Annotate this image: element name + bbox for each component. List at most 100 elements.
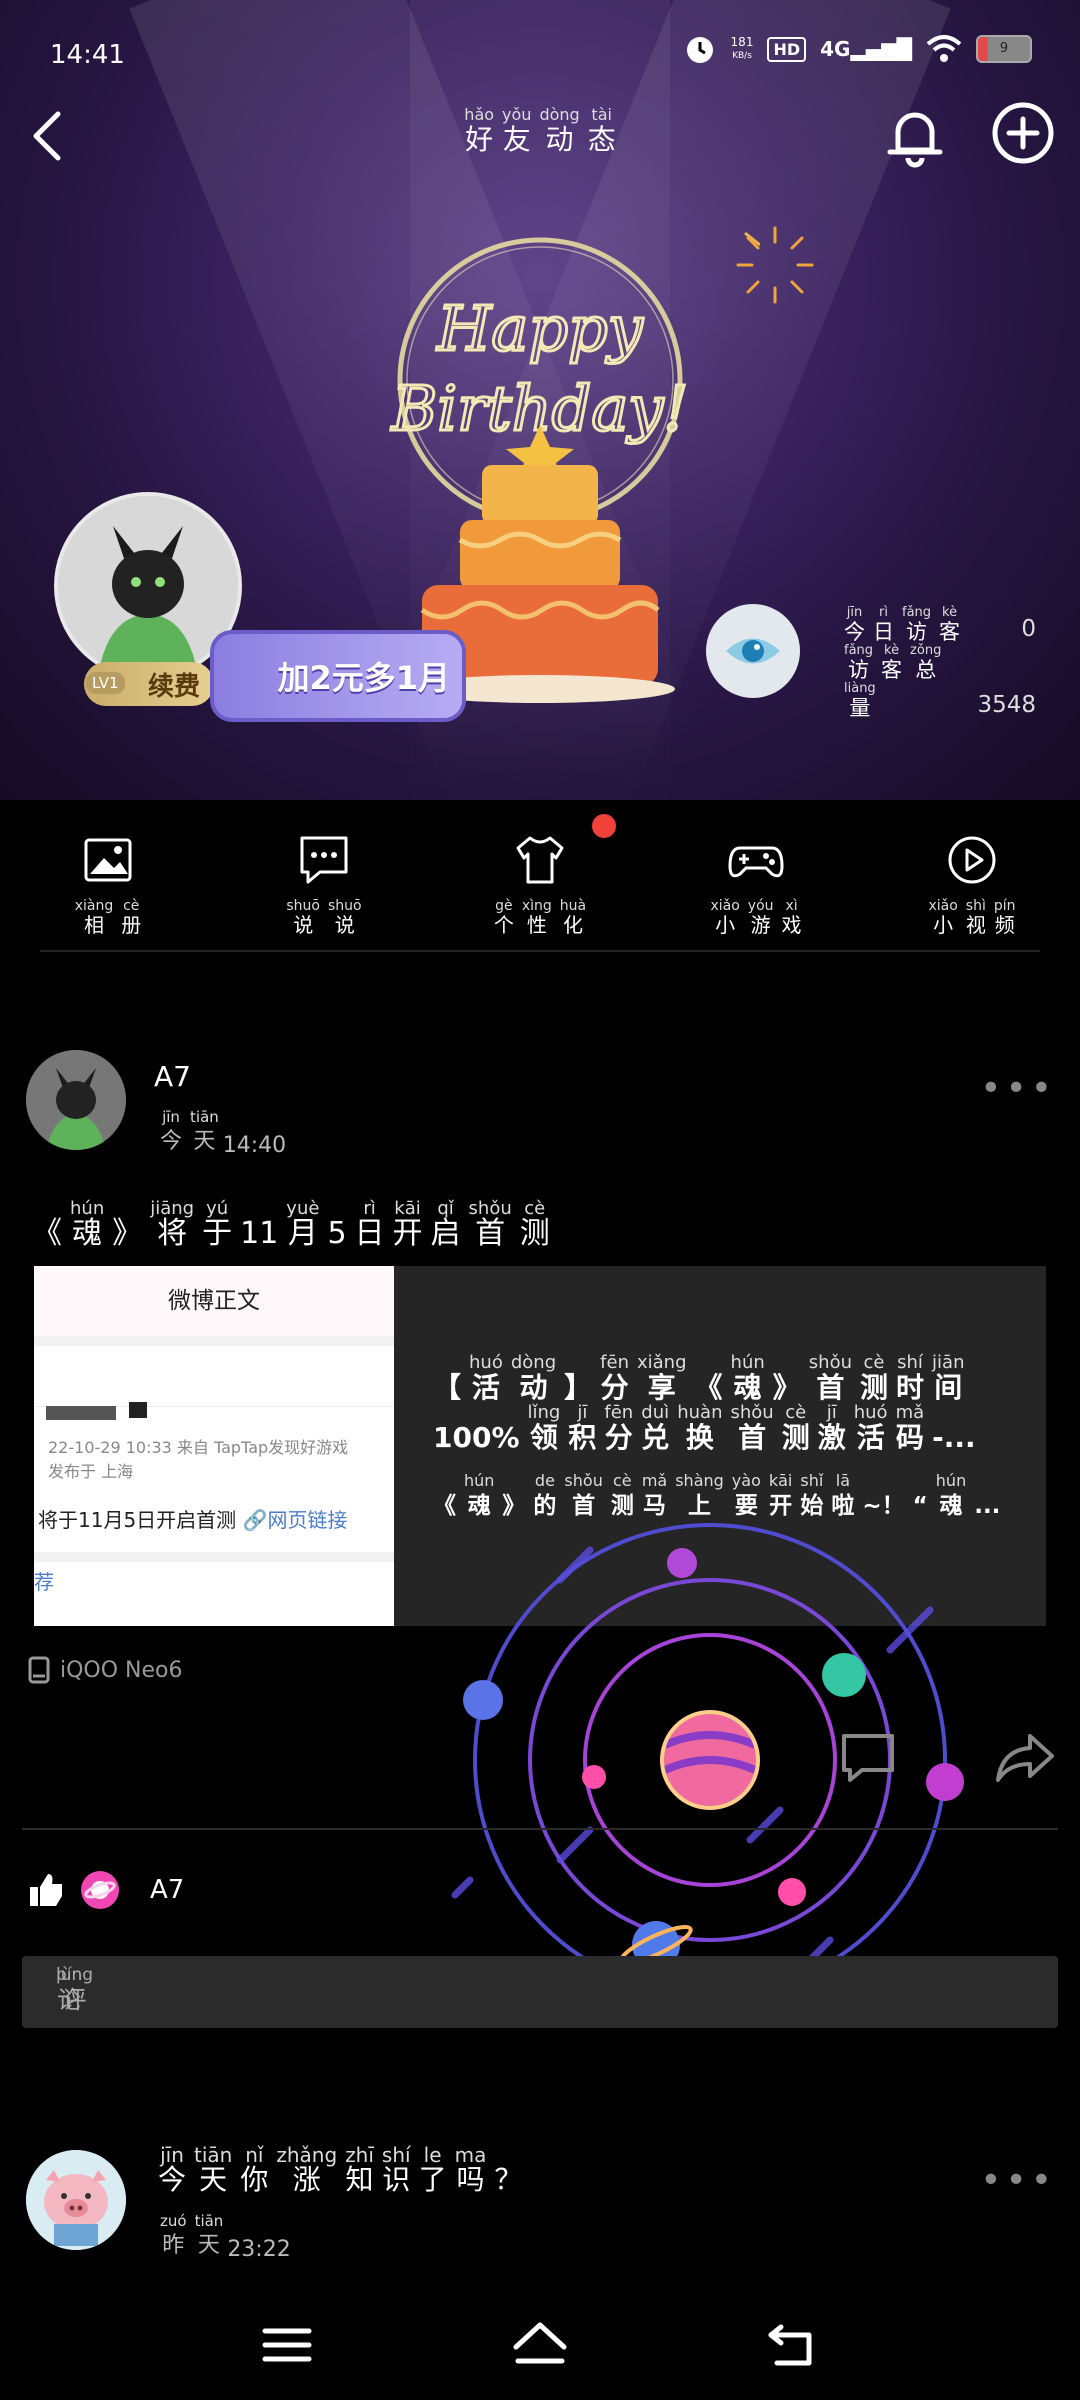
pinyin [505,2146,511,2164]
pinyin: fēn [600,1352,629,1373]
ruby-char: zǒng 总 [910,644,941,683]
pinyin: shuō [328,898,362,914]
pinyin: xiàng [74,898,114,914]
pinyin: fēn [604,1402,634,1423]
phone-icon [28,1656,50,1684]
album-icon [84,838,132,882]
net-speed: 181 KB/s [730,35,754,61]
comment-input[interactable]: píng 评 lùn 论 [22,1956,1058,2028]
pinyin: le [423,2143,442,2167]
wifi-icon [926,35,962,62]
pinyin: xiǎo [710,898,740,914]
pinyin [985,1472,990,1490]
hanzi: 频 [994,913,1015,937]
pinyin [511,1472,516,1490]
ruby-char: ？ [494,2146,522,2196]
hanzi: 激 [817,1421,846,1454]
hanzi: 动 [519,1371,548,1404]
planet-badge-icon [81,1871,119,1909]
ruby-char: shǒu 首 [730,1404,773,1454]
hanzi: 100% [433,1421,520,1454]
pinyin: jīn [160,2143,184,2167]
back-nav-icon[interactable] [763,2317,823,2373]
menu-item-album[interactable]: xiàng 相 cè 册 [28,800,188,950]
thumbnail-header: 微博正文 [34,1266,394,1336]
likes-row: A7 [28,1870,184,1910]
pinyin: rì [879,605,888,620]
ruby-char: qǐ 启 [431,1200,461,1250]
hanzi: 识 [382,2163,411,2196]
hanzi: -... [932,1421,976,1454]
thumbs-up-icon[interactable] [28,1872,64,1908]
hanzi: 时 [896,1371,925,1404]
pinyin: kè [942,605,958,620]
ruby-char: cè 测 [860,1354,888,1404]
hanzi: 开 [392,1216,423,1251]
post-username[interactable]: A7 [154,1060,191,1093]
ruby-char: shuō 说 [286,898,320,936]
ruby-char: tiān 天 [194,2145,232,2196]
link-card-thumbnail: 微博正文 22-10-29 10:33 来自 TapTap发现好游戏 发布于 上… [34,1266,394,1626]
hanzi: 魂 [72,1216,103,1251]
promo-banner-button[interactable]: 加2元多1月 [210,630,466,722]
hanzi: 活 [856,1421,885,1454]
pinyin: jiān [932,1352,965,1373]
hanzi: 涨 [292,2163,321,2196]
menu-item-talk[interactable]: shuō 说 shuō 说 [244,800,404,950]
ruby-char: jīn 今 [844,606,865,645]
pinyin [444,1354,450,1372]
pinyin: tiān [190,1108,219,1126]
ruby-char: tiān 天 [195,2212,224,2262]
hanzi: 码 [895,1421,924,1454]
hanzi: 》 [772,1371,801,1404]
ruby-char: lǐng 领 [528,1404,561,1454]
hanzi: 领 [529,1421,558,1454]
ruby-char: fǎng 访 [902,605,932,645]
pinyin: cè [863,1352,885,1373]
hanzi: 测 [781,1421,810,1454]
menu-item-gamepad[interactable]: xiǎo 小 yóu 游 xì 戏 [676,800,836,950]
eye-icon[interactable] [706,604,800,698]
status-icons: 181 KB/s HD 4G▂▄▆█ 9 [683,32,1032,66]
menu-icon[interactable] [257,2317,317,2373]
pinyin: shuō [286,898,320,914]
hanzi: 访 [906,620,928,644]
pinyin: hǎo [464,105,495,124]
comment-icon[interactable] [838,1730,898,1786]
gamepad-icon [728,846,784,878]
pinyin: xiǎng [636,1352,687,1373]
hanzi: 天 [193,1129,216,1154]
post2-author-avatar[interactable] [26,2150,126,2250]
post2-more-options-icon[interactable]: ••• [980,2160,1056,2201]
ruby-char: hún 魂 [731,1354,765,1404]
ruby-char: jiān 间 [932,1354,964,1404]
ruby-char: duì 兑 [641,1404,669,1454]
pinyin: hún [464,1471,495,1490]
hanzi: ？ [494,2163,523,2196]
hanzi: 视 [965,913,986,937]
pinyin: kāi [768,1471,793,1490]
ruby-char: rì 日 [873,605,894,645]
share-icon[interactable] [994,1730,1056,1786]
hanzi: 天 [199,2163,228,2196]
add-icon[interactable] [990,100,1056,166]
home-icon[interactable] [510,2317,570,2373]
hanzi: 启 [430,1216,461,1251]
post-author-avatar[interactable] [26,1050,126,1150]
ruby-char: xì 戏 [782,898,802,936]
ruby-char: jīn 今 [158,2143,186,2196]
liker-name[interactable]: A7 [150,1875,184,1905]
svg-text:Happy: Happy [436,292,643,365]
more-options-icon[interactable]: ••• [980,1068,1056,1109]
bell-icon[interactable] [880,100,950,170]
signal-icon: 4G▂▄▆█ [820,37,912,61]
hanzi: 享 [647,1371,676,1404]
pinyin [706,1354,712,1372]
pinyin: fǎng [902,605,932,620]
hanzi: 论 [57,1986,82,2014]
ruby-char: cè 册 [121,898,141,936]
ruby-char: xiǎng 享 [637,1354,687,1404]
ruby-char: ma 吗 [455,2145,487,2196]
hanzi: 5 [327,1216,347,1251]
menu-item-video[interactable]: xiǎo 小 shì 视 pín 频 [892,800,1052,950]
